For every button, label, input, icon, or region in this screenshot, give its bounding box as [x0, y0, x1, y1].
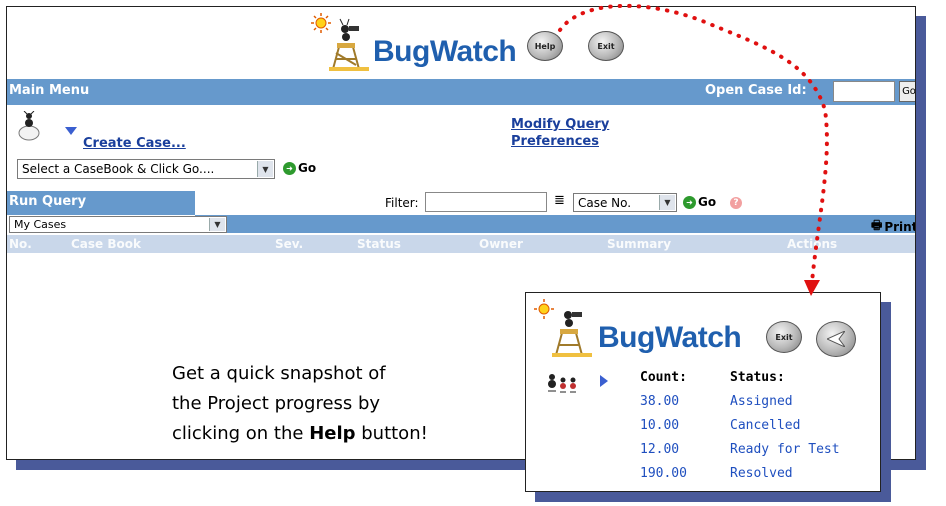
caption-line-2: the Project progress by: [172, 393, 381, 414]
table-row[interactable]: 10.00 Cancelled: [640, 413, 870, 437]
status-cell[interactable]: Resolved: [730, 466, 870, 481]
caption-help-bold: Help: [309, 423, 356, 444]
go-arrow-icon: ➜: [683, 195, 696, 209]
bugwatch-logo: BugWatch: [309, 13, 517, 71]
ant-lifeguard-icon: [534, 299, 592, 357]
print-button[interactable]: 🖶 Print: [871, 216, 916, 237]
casebook-go-label: Go: [298, 161, 317, 175]
table-row[interactable]: 190.00 Resolved: [640, 461, 870, 485]
ant-family-icon: [548, 374, 576, 393]
list-icon: ≣: [554, 193, 565, 208]
main-menu-title: Main Menu: [9, 83, 90, 98]
sun-icon: [311, 13, 331, 33]
run-query-title: Run Query: [9, 194, 87, 209]
chevron-down-icon: ▼: [257, 161, 273, 177]
count-cell: 38.00: [640, 393, 680, 409]
exit-button[interactable]: Exit: [588, 31, 624, 61]
print-label: Print: [884, 219, 916, 234]
triangle-down-icon: [65, 127, 77, 135]
column-no[interactable]: No.: [9, 237, 32, 251]
question-icon[interactable]: ?: [730, 197, 742, 209]
create-case-link[interactable]: Create Case...: [83, 136, 186, 151]
status-header: Status:: [730, 369, 785, 385]
query-options-bar: [195, 215, 915, 233]
cases-select[interactable]: My Cases ▼: [9, 216, 227, 233]
query-go-label: Go: [698, 195, 717, 209]
casebook-go-button[interactable]: ➜ Go: [283, 161, 316, 175]
ant-egg-icon: [18, 111, 40, 141]
logo-text: BugWatch: [373, 35, 517, 68]
printer-icon: 🖶: [871, 218, 883, 232]
open-case-input[interactable]: [833, 81, 895, 102]
popup-logo-text: BugWatch: [598, 321, 742, 354]
column-actions[interactable]: Actions: [787, 237, 837, 251]
column-sev[interactable]: Sev.: [275, 237, 303, 251]
column-case-book[interactable]: Case Book: [71, 237, 141, 251]
count-cell: 190.00: [640, 465, 687, 481]
caption-line-3: clicking on the Help button!: [172, 423, 428, 444]
sort-select[interactable]: Case No. ▼: [573, 193, 677, 212]
filter-input[interactable]: [425, 192, 547, 212]
results-header-row: [7, 235, 915, 253]
casebook-select[interactable]: Select a CaseBook & Click Go.... ▼: [17, 159, 275, 179]
caption-text: Get a quick snapshot of the Project prog…: [172, 359, 428, 449]
status-table: Count: Status: 38.00 Assigned 10.00 Canc…: [640, 365, 870, 485]
column-status[interactable]: Status: [357, 237, 401, 251]
column-summary[interactable]: Summary: [607, 237, 671, 251]
chevron-down-icon: ▼: [209, 218, 225, 231]
preferences-link[interactable]: Preferences: [511, 134, 599, 149]
status-cell[interactable]: Cancelled: [730, 418, 870, 433]
triangle-right-icon[interactable]: [600, 375, 608, 387]
open-case-go-button[interactable]: Go: [899, 81, 915, 102]
modify-query-link[interactable]: Modify Query: [511, 117, 609, 132]
table-row[interactable]: 12.00 Ready for Test: [640, 437, 870, 461]
count-cell: 12.00: [640, 441, 680, 457]
status-cell[interactable]: Ready for Test: [730, 442, 870, 457]
help-button[interactable]: Help: [527, 31, 563, 61]
run-query-bar: Run Query: [7, 191, 195, 215]
cases-select-value: My Cases: [14, 218, 67, 231]
status-popup: BugWatch Exit Count: Status: 38.00 Assig…: [525, 292, 881, 492]
status-cell[interactable]: Assigned: [730, 394, 870, 409]
status-table-header: Count: Status:: [640, 365, 870, 389]
sort-select-value: Case No.: [578, 195, 632, 210]
count-header: Count:: [640, 369, 687, 385]
filter-label: Filter:: [385, 196, 419, 210]
back-arrow-icon: [827, 331, 845, 347]
back-button[interactable]: [816, 321, 856, 357]
chevron-down-icon: ▼: [659, 195, 675, 210]
count-cell: 10.00: [640, 417, 680, 433]
caption-line-1: Get a quick snapshot of: [172, 363, 386, 384]
go-arrow-icon: ➜: [283, 161, 296, 175]
query-go-button[interactable]: ➜ Go: [683, 195, 716, 209]
open-case-label: Open Case Id:: [705, 83, 807, 98]
main-menu-bar: Main Menu Open Case Id:: [7, 79, 915, 105]
table-row[interactable]: 38.00 Assigned: [640, 389, 870, 413]
casebook-select-value: Select a CaseBook & Click Go....: [22, 162, 215, 176]
ant-lifeguard-icon: [311, 13, 369, 71]
popup-exit-button[interactable]: Exit: [766, 321, 802, 353]
column-owner[interactable]: Owner: [479, 237, 523, 251]
